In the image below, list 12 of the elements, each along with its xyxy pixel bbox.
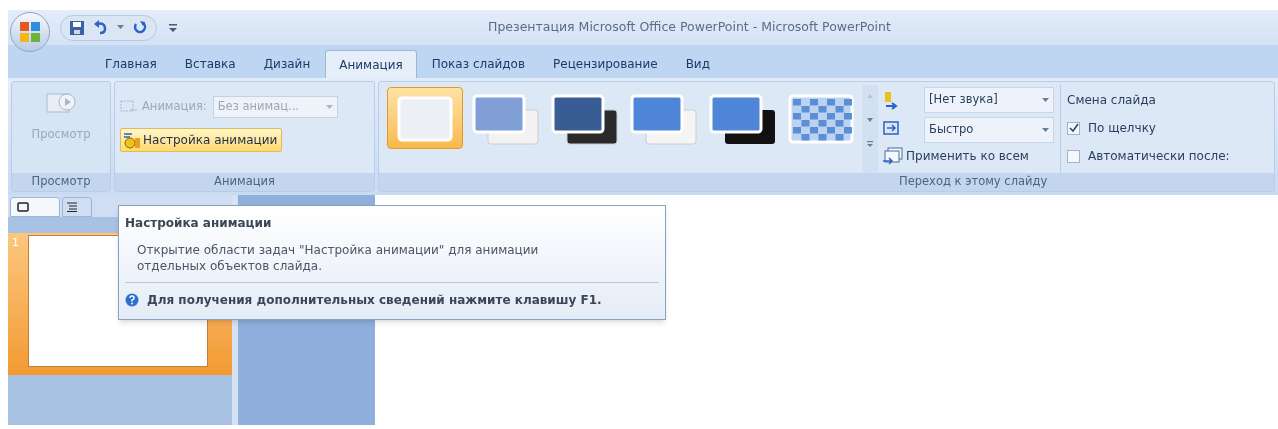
tooltip-body: Открытие области задач "Настройка анимации" для анимации отдельных объектов слайда. <box>136 242 540 274</box>
animation-label: Анимация: <box>142 98 207 116</box>
group-label: Переход к этому слайду <box>379 173 1274 191</box>
slide-number: 1 <box>12 235 20 251</box>
group-label: Просмотр <box>12 173 110 191</box>
checkbox-label: По щелчку <box>1088 120 1156 137</box>
section-title: Смена слайда <box>1067 92 1157 109</box>
tooltip-help: Для получения дополнительных сведений нажмите клавишу F1. <box>147 292 602 309</box>
tooltip-title: Настройка анимации <box>125 215 273 232</box>
window-title: Презентация Microsoft Office PowerPoint - Microsoft PowerPoint <box>488 18 891 37</box>
checkbox-label: Автоматически после: <box>1088 148 1230 165</box>
group-label: Анимация <box>115 173 374 191</box>
